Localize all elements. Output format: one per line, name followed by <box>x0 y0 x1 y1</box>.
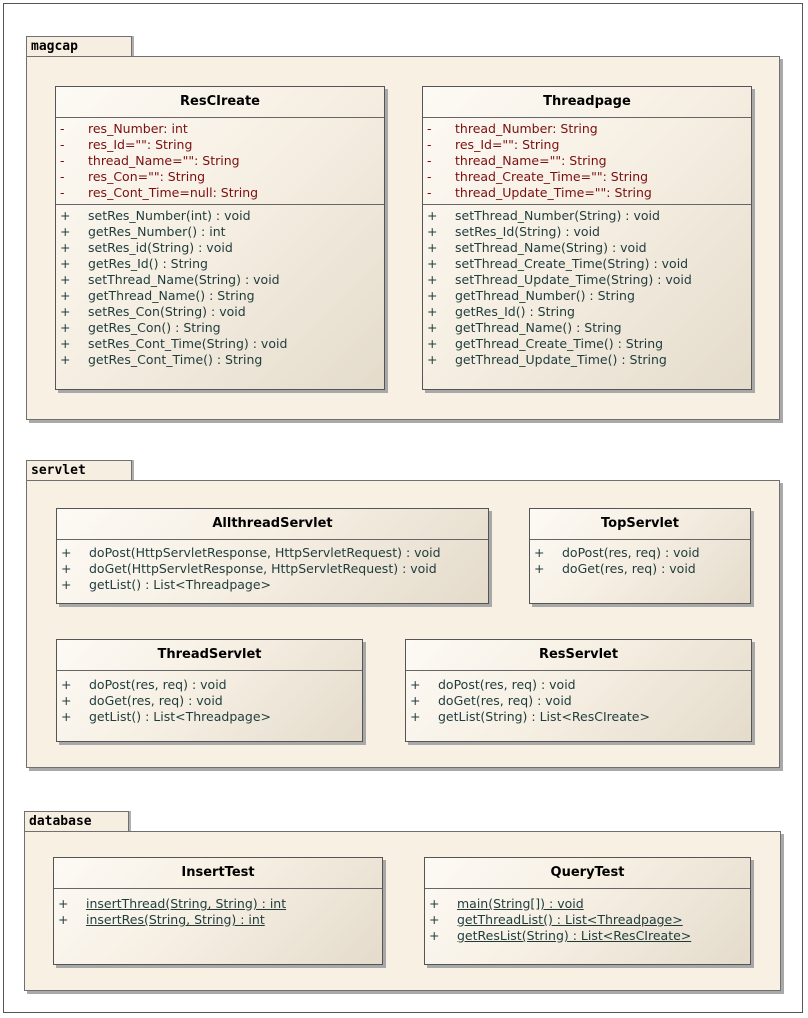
operation: + insertRes(String, String) : int <box>58 912 265 927</box>
package-tab: database <box>24 811 129 831</box>
operation: + getThread_Name() : String <box>60 288 255 303</box>
attribute: - thread_Number: String <box>427 121 598 136</box>
class-threadservlet[interactable]: ThreadServlet + doPost(res, req) : void +… <box>56 639 363 742</box>
operation: + setRes_Id(String) : void <box>427 224 600 239</box>
class-inserttest[interactable]: InsertTest + insertThread(String, String)… <box>53 857 383 965</box>
class-name: ThreadServlet <box>57 640 362 671</box>
operation: + getRes_Id() : String <box>60 256 208 271</box>
operation: + getThread_Create_Time() : String <box>427 336 664 351</box>
attribute: - thread_Update_Time="": String <box>427 185 652 200</box>
class-allthreadservlet[interactable]: AllthreadServlet + doPost(HttpServletResp… <box>56 508 489 604</box>
operation: + insertThread(String, String) : int <box>58 896 287 911</box>
package-servlet[interactable]: servlet AllthreadServlet + doPost(HttpSer… <box>26 460 780 768</box>
operation: + setRes_id(String) : void <box>60 240 233 255</box>
class-topservlet[interactable]: TopServlet + doPost(res, req) : void + doG… <box>529 508 751 604</box>
operation: + getList() : List<Threadpage> <box>61 709 272 724</box>
operation: + getRes_Number() : int <box>60 224 226 239</box>
operation: + doGet(HttpServletResponse, HttpServletR… <box>61 561 437 576</box>
class-threadpage[interactable]: Threadpage - thread_Number: String - res_I… <box>422 86 752 390</box>
operation: + getRes_Cont_Time() : String <box>60 352 263 367</box>
attribute: - thread_Name="": String <box>60 153 240 168</box>
operation: + main(String[]) : void <box>429 896 584 911</box>
operation: + getThreadList() : List<Threadpage> <box>429 912 683 927</box>
operation: + setThread_Update_Time(String) : void <box>427 272 692 287</box>
package-database[interactable]: database InsertTest + insertThread(String… <box>24 811 781 991</box>
operation: + doPost(res, req) : void <box>534 545 700 560</box>
operation: + getList(String) : List<ResCIreate> <box>410 709 650 724</box>
attribute: - res_Cont_Time=null: String <box>60 185 259 200</box>
operation: + getThread_Number() : String <box>427 288 635 303</box>
operation: + setThread_Number(String) : void <box>427 208 660 223</box>
operations-compartment: + insertThread(String, String) : int + ins… <box>54 889 382 931</box>
class-name: TopServlet <box>530 509 750 540</box>
operation: + doGet(res, req) : void <box>61 693 223 708</box>
attribute: - thread_Create_Time="": String <box>427 169 649 184</box>
operation: + doPost(res, req) : void <box>410 677 576 692</box>
attributes-compartment: - thread_Number: String - res_Id="": Strin… <box>423 118 751 205</box>
package-magcap[interactable]: magcap ResCIreate - res_Number: int - res_… <box>26 36 780 420</box>
operation: + setThread_Name(String) : void <box>427 240 647 255</box>
operations-compartment: + doPost(res, req) : void + doGet(res, req… <box>406 671 751 728</box>
operation: + getList() : List<Threadpage> <box>61 577 272 592</box>
operation: + setRes_Con(String) : void <box>60 304 246 319</box>
operations-compartment: + main(String[]) : void + getThreadList() … <box>425 889 750 947</box>
class-resservlet[interactable]: ResServlet + doPost(res, req) : void + doG… <box>405 639 752 742</box>
operation: + setThread_Name(String) : void <box>60 272 280 287</box>
operation: + getThread_Update_Time() : String <box>427 352 667 367</box>
package-tab: servlet <box>26 460 132 480</box>
class-name: AllthreadServlet <box>57 509 488 540</box>
operation: + getResList(String) : List<ResCIreate> <box>429 928 692 943</box>
operation: + getRes_Id() : String <box>427 304 575 319</box>
attribute: - res_Con="": String <box>60 169 206 184</box>
attribute: - thread_Name="": String <box>427 153 607 168</box>
class-name: ResCIreate <box>56 87 384 118</box>
class-rescireate[interactable]: ResCIreate - res_Number: int - res_Id="": … <box>55 86 385 390</box>
operation: + getThread_Name() : String <box>427 320 622 335</box>
class-name: InsertTest <box>54 858 382 889</box>
attribute: - res_Id="": String <box>60 137 193 152</box>
attribute: - res_Id="": String <box>427 137 560 152</box>
operation: + setRes_Cont_Time(String) : void <box>60 336 288 351</box>
operation: + doPost(HttpServletResponse, HttpServlet… <box>61 545 441 560</box>
operation: + doPost(res, req) : void <box>61 677 227 692</box>
class-querytest[interactable]: QueryTest + main(String[]) : void + getThr… <box>424 857 751 965</box>
operations-compartment: + setThread_Number(String) : void + setRes… <box>423 205 751 371</box>
attributes-compartment: - res_Number: int - res_Id="": String - thr… <box>56 118 384 205</box>
operation: + setRes_Number(int) : void <box>60 208 251 223</box>
operation: + doGet(res, req) : void <box>534 561 696 576</box>
attribute: - res_Number: int <box>60 121 188 136</box>
operation: + doGet(res, req) : void <box>410 693 572 708</box>
class-name: Threadpage <box>423 87 751 118</box>
operations-compartment: + doPost(HttpServletResponse, HttpServlet… <box>57 540 488 596</box>
operation: + getRes_Con() : String <box>60 320 221 335</box>
operations-compartment: + doPost(res, req) : void + doGet(res, req… <box>57 671 362 728</box>
operation: + setThread_Create_Time(String) : void <box>427 256 689 271</box>
class-name: QueryTest <box>425 858 750 889</box>
package-tab: magcap <box>26 36 132 56</box>
operations-compartment: + setRes_Number(int) : void + getRes_Numbe… <box>56 205 384 371</box>
operations-compartment: + doPost(res, req) : void + doGet(res, req… <box>530 540 750 580</box>
class-name: ResServlet <box>406 640 751 671</box>
